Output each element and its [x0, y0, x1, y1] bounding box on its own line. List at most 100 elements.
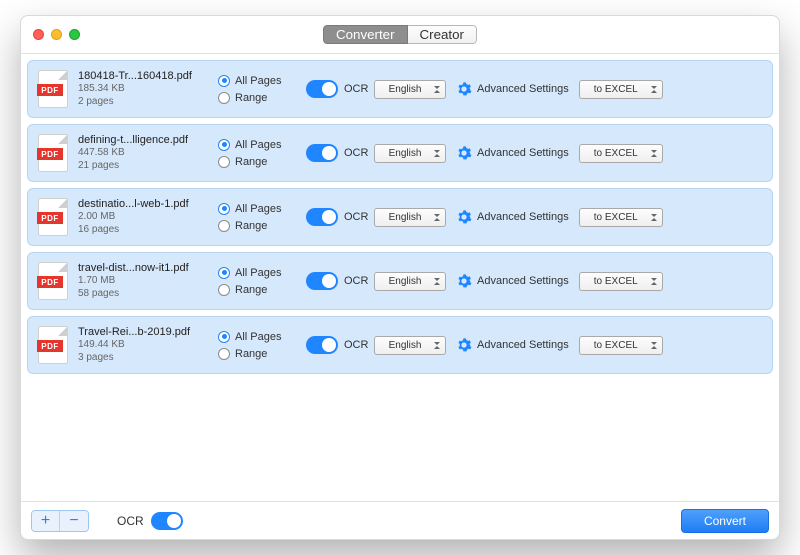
close-icon[interactable] [33, 29, 44, 40]
radio-range[interactable]: Range [218, 284, 296, 296]
ocr-toggle[interactable] [306, 336, 338, 354]
radio-all-pages[interactable]: All Pages [218, 139, 296, 151]
radio-all-pages[interactable]: All Pages [218, 203, 296, 215]
radio-label: All Pages [235, 203, 281, 215]
radio-range[interactable]: Range [218, 348, 296, 360]
radio-icon [218, 220, 230, 232]
advanced-settings[interactable]: Advanced Settings [456, 145, 569, 161]
gear-icon [456, 273, 472, 289]
page-range-radios: All Pages Range [218, 75, 296, 104]
language-dropdown[interactable]: English [374, 80, 446, 99]
file-size: 1.70 MB [78, 275, 208, 288]
ocr-column: OCR [306, 144, 364, 162]
output-format-dropdown[interactable]: to EXCEL [579, 208, 663, 227]
file-name: travel-dist...now-it1.pdf [78, 262, 208, 276]
gear-icon [456, 145, 472, 161]
ocr-label: OCR [344, 83, 368, 95]
file-pages: 3 pages [78, 352, 208, 365]
global-ocr: OCR [117, 512, 183, 530]
dropdown-value: to EXCEL [594, 148, 638, 159]
radio-range[interactable]: Range [218, 92, 296, 104]
file-row[interactable]: Travel-Rei...b-2019.pdf 149.44 KB 3 page… [27, 316, 773, 374]
radio-icon [218, 139, 230, 151]
dropdown-value: to EXCEL [594, 212, 638, 223]
add-file-button[interactable]: + [32, 511, 60, 531]
gear-icon [456, 209, 472, 225]
file-pages: 16 pages [78, 224, 208, 237]
minimize-icon[interactable] [51, 29, 62, 40]
ocr-column: OCR [306, 80, 364, 98]
advanced-settings[interactable]: Advanced Settings [456, 81, 569, 97]
bottom-bar: + − OCR Convert [21, 501, 779, 539]
file-name: destinatio...l-web-1.pdf [78, 198, 208, 212]
radio-all-pages[interactable]: All Pages [218, 267, 296, 279]
output-format-dropdown[interactable]: to EXCEL [579, 272, 663, 291]
page-range-radios: All Pages Range [218, 267, 296, 296]
advanced-settings[interactable]: Advanced Settings [456, 273, 569, 289]
language-dropdown[interactable]: English [374, 272, 446, 291]
dropdown-value: English [389, 84, 422, 95]
advanced-settings[interactable]: Advanced Settings [456, 337, 569, 353]
dropdown-value: English [389, 148, 422, 159]
pdf-icon [38, 262, 68, 300]
advanced-label: Advanced Settings [477, 275, 569, 287]
pdf-icon [38, 326, 68, 364]
radio-label: All Pages [235, 75, 281, 87]
ocr-toggle[interactable] [306, 208, 338, 226]
file-size: 185.34 KB [78, 83, 208, 96]
file-size: 149.44 KB [78, 339, 208, 352]
dropdown-value: English [389, 340, 422, 351]
convert-button[interactable]: Convert [681, 509, 769, 533]
ocr-column: OCR [306, 208, 364, 226]
radio-range[interactable]: Range [218, 220, 296, 232]
file-row[interactable]: travel-dist...now-it1.pdf 1.70 MB 58 pag… [27, 252, 773, 310]
remove-file-button[interactable]: − [60, 511, 88, 531]
dropdown-value: to EXCEL [594, 276, 638, 287]
file-name: Travel-Rei...b-2019.pdf [78, 326, 208, 340]
output-format-dropdown[interactable]: to EXCEL [579, 144, 663, 163]
ocr-label: OCR [344, 275, 368, 287]
radio-label: Range [235, 92, 267, 104]
radio-label: All Pages [235, 331, 281, 343]
advanced-settings[interactable]: Advanced Settings [456, 209, 569, 225]
file-info: 180418-Tr...160418.pdf 185.34 KB 2 pages [78, 70, 208, 109]
pdf-icon [38, 70, 68, 108]
ocr-toggle[interactable] [151, 512, 183, 530]
tab-converter[interactable]: Converter [323, 25, 408, 44]
language-dropdown[interactable]: English [374, 144, 446, 163]
app-window: Converter Creator 180418-Tr...160418.pdf… [20, 15, 780, 540]
radio-all-pages[interactable]: All Pages [218, 75, 296, 87]
ocr-toggle[interactable] [306, 272, 338, 290]
ocr-toggle[interactable] [306, 80, 338, 98]
file-info: destinatio...l-web-1.pdf 2.00 MB 16 page… [78, 198, 208, 237]
file-row[interactable]: destinatio...l-web-1.pdf 2.00 MB 16 page… [27, 188, 773, 246]
tab-creator[interactable]: Creator [408, 25, 477, 44]
output-format-dropdown[interactable]: to EXCEL [579, 80, 663, 99]
ocr-toggle[interactable] [306, 144, 338, 162]
language-dropdown[interactable]: English [374, 208, 446, 227]
advanced-label: Advanced Settings [477, 211, 569, 223]
dropdown-value: to EXCEL [594, 84, 638, 95]
radio-icon [218, 331, 230, 343]
radio-all-pages[interactable]: All Pages [218, 331, 296, 343]
page-range-radios: All Pages Range [218, 139, 296, 168]
file-row[interactable]: defining-t...lligence.pdf 447.58 KB 21 p… [27, 124, 773, 182]
gear-icon [456, 337, 472, 353]
ocr-column: OCR [306, 336, 364, 354]
file-pages: 21 pages [78, 160, 208, 173]
radio-range[interactable]: Range [218, 156, 296, 168]
file-name: 180418-Tr...160418.pdf [78, 70, 208, 84]
title-bar: Converter Creator [21, 16, 779, 54]
ocr-label: OCR [117, 514, 144, 528]
file-row[interactable]: 180418-Tr...160418.pdf 185.34 KB 2 pages… [27, 60, 773, 118]
maximize-icon[interactable] [69, 29, 80, 40]
ocr-column: OCR [306, 272, 364, 290]
language-dropdown[interactable]: English [374, 336, 446, 355]
output-format-dropdown[interactable]: to EXCEL [579, 336, 663, 355]
radio-label: All Pages [235, 267, 281, 279]
file-info: defining-t...lligence.pdf 447.58 KB 21 p… [78, 134, 208, 173]
dropdown-value: to EXCEL [594, 340, 638, 351]
file-pages: 58 pages [78, 288, 208, 301]
page-range-radios: All Pages Range [218, 203, 296, 232]
radio-label: Range [235, 156, 267, 168]
